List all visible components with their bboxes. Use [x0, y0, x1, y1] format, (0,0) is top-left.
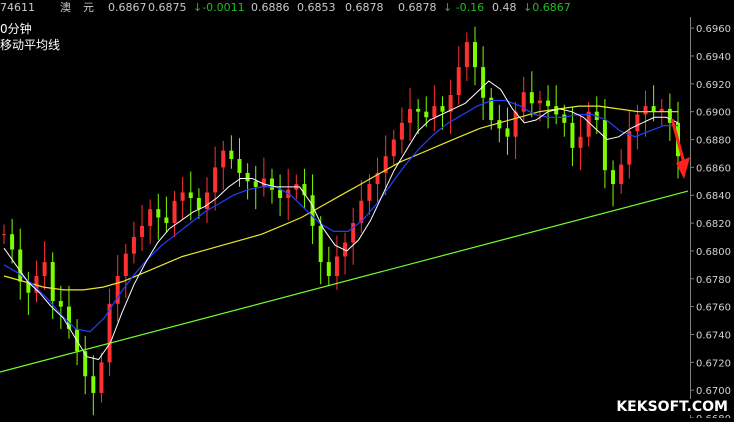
candle-body: [261, 178, 266, 187]
y-tick-label: 0.6760: [696, 303, 731, 314]
candle-body: [188, 192, 193, 199]
y-tick-label: 0.6940: [696, 52, 731, 63]
ma-slow-line: [3, 105, 678, 291]
y-tick-label: 0.6800: [696, 247, 731, 258]
candle-body: [164, 217, 169, 224]
y-tick-label: 0.6900: [696, 108, 731, 119]
candle-body: [156, 209, 161, 218]
candle-body: [2, 234, 6, 236]
candle-body: [213, 167, 218, 193]
candle-body: [10, 234, 15, 250]
candle-body: [196, 198, 201, 210]
candle-body: [432, 106, 437, 118]
candle-body: [440, 106, 445, 112]
candle-body: [424, 111, 429, 118]
candle-body: [148, 209, 153, 226]
candle-body: [602, 120, 607, 171]
candle-body: [50, 262, 55, 302]
candle-body: [229, 150, 234, 160]
candle-body: [529, 92, 534, 104]
open-price: 0.6867: [108, 1, 147, 14]
candle-body: [58, 301, 63, 307]
candle-body: [18, 249, 23, 282]
candle-body: [562, 114, 567, 123]
candle-body: [627, 131, 632, 165]
candle-body: [578, 136, 583, 148]
candle-body: [497, 120, 502, 129]
candle-body: [399, 122, 404, 140]
candle-body: [408, 108, 413, 123]
candle-body: [537, 100, 542, 104]
candle-body: [391, 139, 396, 157]
bid-price: 0.6886: [251, 1, 290, 14]
candle-body: [464, 42, 469, 68]
period-label: 0分钟: [0, 22, 32, 36]
support-trendline: [0, 190, 689, 373]
candle-body: [42, 262, 47, 276]
candle-body: [253, 181, 258, 187]
amplitude: 0.48: [492, 1, 517, 14]
latest-price: ↓0.6867: [523, 1, 571, 14]
candle-body: [237, 159, 242, 173]
y-tick-label: 0.6740: [696, 330, 731, 341]
candle-body: [651, 106, 656, 112]
indicator-label: 移动平均线: [0, 38, 61, 52]
price-axis-ticks: 0.6960 0.6940 0.6920 0.6900 0.6880 0.6860 0.68…: [690, 17, 731, 422]
candle-body: [334, 256, 339, 276]
candle-body: [505, 128, 510, 137]
candle-body: [643, 106, 648, 115]
candle-body: [546, 100, 551, 107]
y-tick-label: 0.6860: [696, 163, 731, 174]
candlestick-chart[interactable]: [0, 17, 690, 418]
candle-body: [245, 172, 250, 182]
candle-body: [172, 200, 177, 224]
candle-body: [367, 184, 372, 201]
watermark-logo: KEKSOFT.COM: [614, 399, 730, 415]
candle-body: [278, 189, 283, 199]
candle-body: [456, 67, 461, 95]
candle-body: [619, 164, 624, 185]
candle-body: [131, 236, 136, 254]
candle-body: [205, 192, 210, 210]
y-tick-label: 0.6840: [696, 191, 731, 202]
candle-body: [123, 253, 128, 276]
percent-change: ↓ -0.16: [443, 1, 485, 14]
candle-body: [635, 114, 640, 132]
symbol-name-second: 元: [83, 1, 94, 14]
candle-body: [326, 262, 331, 276]
candle-body: [513, 111, 518, 137]
quote-bar: 74611 澳 元 0.6867 0.6875 ↓-0.0011 0.6886 …: [0, 0, 734, 17]
ask-price: 0.6875: [148, 1, 187, 14]
symbol-code: 74611: [0, 1, 35, 14]
candle-body: [318, 225, 323, 263]
low-price: 0.6853: [297, 1, 336, 14]
candle-body: [99, 362, 104, 393]
candle-body: [472, 42, 477, 68]
price-axis: 0.6960 0.6940 0.6920 0.6900 0.6880 0.6860 0.68…: [690, 17, 734, 422]
candle-body: [570, 122, 575, 148]
y-tick-label: 0.6920: [696, 80, 731, 91]
candle-body: [269, 178, 274, 190]
price-change: ↓-0.0011: [193, 1, 245, 14]
candle-body: [180, 192, 185, 201]
y-tick-label: 0.6880: [696, 136, 731, 147]
y-tick-label: 0.6820: [696, 219, 731, 230]
symbol-name-first: 澳: [60, 1, 71, 14]
last-price: 0.6878: [345, 1, 384, 14]
candle-body: [416, 108, 421, 112]
y-tick-label: 0.6700: [696, 386, 731, 397]
y-tick-label: 0.6720: [696, 358, 731, 369]
candle-body: [91, 376, 96, 393]
candle-body: [221, 150, 226, 168]
candle-body: [611, 170, 616, 185]
close-price: 0.6878: [398, 1, 437, 14]
ma-mid-line: [3, 99, 678, 333]
y-tick-label: 0.6960: [696, 24, 731, 35]
price-chart-area[interactable]: [0, 17, 690, 418]
candle-body: [140, 225, 145, 237]
y-tick-label: 0.6780: [696, 275, 731, 286]
candle-body: [481, 67, 486, 98]
